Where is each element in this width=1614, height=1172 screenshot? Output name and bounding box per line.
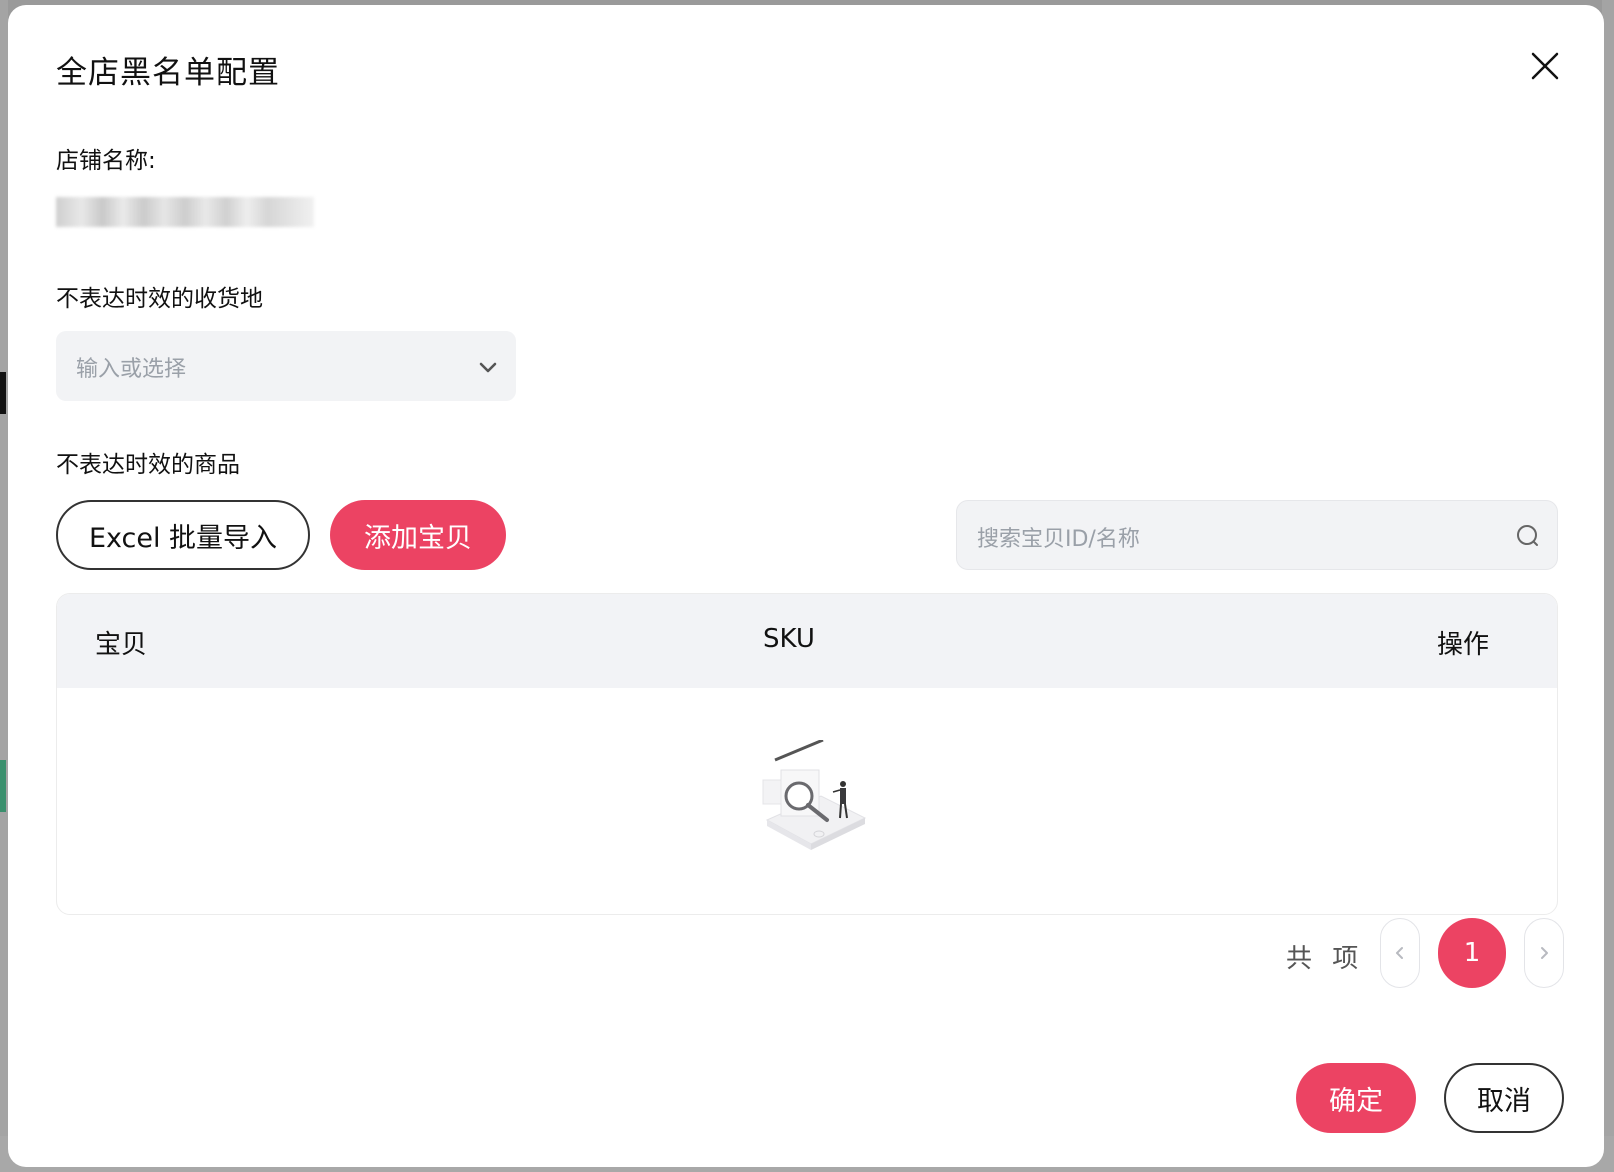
background-green-marker xyxy=(0,760,6,812)
search-icon[interactable] xyxy=(1515,523,1541,549)
destination-select[interactable]: 输入或选择 xyxy=(56,331,516,401)
search-placeholder: 搜索宝贝ID/名称 xyxy=(977,527,1140,552)
confirm-button[interactable]: 确定 xyxy=(1296,1063,1416,1133)
background-dark-marker xyxy=(0,372,6,414)
shop-name-value-redacted xyxy=(56,195,314,229)
prev-page-button[interactable] xyxy=(1380,918,1420,988)
goods-label: 不表达时效的商品 xyxy=(56,452,240,478)
background-left-edge xyxy=(0,0,8,1172)
cancel-button[interactable]: 取消 xyxy=(1444,1063,1564,1133)
close-button[interactable] xyxy=(1528,49,1562,83)
table-header: 宝贝 SKU 操作 xyxy=(57,594,1557,688)
destination-placeholder: 输入或选择 xyxy=(76,357,187,382)
excel-import-button[interactable]: Excel 批量导入 xyxy=(56,500,310,570)
column-header-item: 宝贝 xyxy=(95,630,148,660)
page-1-button[interactable]: 1 xyxy=(1438,918,1506,988)
pagination-total: 共 项 xyxy=(1286,944,1365,974)
item-search-input[interactable]: 搜索宝贝ID/名称 xyxy=(956,500,1558,570)
column-header-sku: SKU xyxy=(763,624,815,654)
shop-name-label: 店铺名称: xyxy=(56,148,156,174)
destination-label: 不表达时效的收货地 xyxy=(56,286,263,312)
dialog-title: 全店黑名单配置 xyxy=(56,55,280,91)
chevron-right-icon xyxy=(1541,947,1548,959)
next-page-button[interactable] xyxy=(1524,918,1564,988)
blacklist-config-dialog: 全店黑名单配置 店铺名称: 不表达时效的收货地 输入或选择 不表达时效的商品 E… xyxy=(8,5,1604,1167)
chevron-down-icon xyxy=(479,362,497,373)
chevron-left-icon xyxy=(1396,947,1403,959)
empty-search-illustration xyxy=(762,740,867,850)
items-table: 宝贝 SKU 操作 xyxy=(56,593,1558,915)
add-item-button[interactable]: 添加宝贝 xyxy=(330,500,506,570)
column-header-actions: 操作 xyxy=(1437,630,1490,660)
close-icon xyxy=(1531,52,1559,80)
